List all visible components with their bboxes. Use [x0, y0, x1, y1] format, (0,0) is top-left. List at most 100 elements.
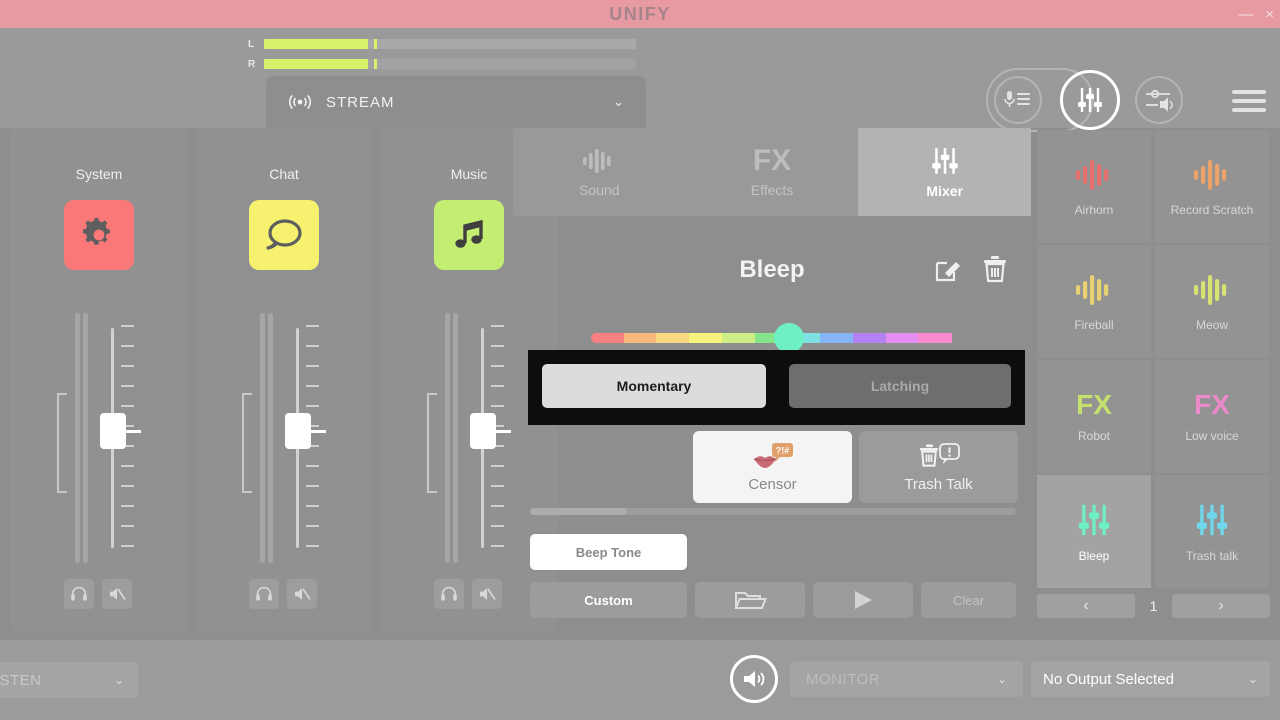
- channel-mute-button[interactable]: [287, 579, 317, 609]
- sound-pad-label: Fireball: [1074, 317, 1114, 332]
- channel-buttons: [434, 579, 502, 609]
- sound-pad-label: Trash talk: [1185, 548, 1239, 563]
- hamburger-menu-icon[interactable]: [1232, 90, 1266, 112]
- channel-monitor-button[interactable]: [64, 579, 94, 609]
- sound-pad[interactable]: Meow: [1155, 245, 1269, 358]
- channel-icon-music[interactable]: [434, 200, 504, 270]
- channel-monitor-button[interactable]: [434, 579, 464, 609]
- next-page-button[interactable]: ›: [1172, 594, 1270, 618]
- sound-pad[interactable]: Trash talk: [1155, 475, 1269, 588]
- tab-mixer-label: Mixer: [926, 183, 963, 199]
- color-slider-segment[interactable]: [623, 333, 658, 343]
- page-number: 1: [1149, 598, 1158, 614]
- sound-pad-grid: Trash talk Bleep FX Low voice FX Robot Meow Fir…: [1037, 130, 1270, 630]
- tab-sound[interactable]: Sound: [513, 128, 686, 216]
- momentary-button[interactable]: Momentary: [542, 364, 766, 408]
- pad-pagination: ‹ 1 ›: [1037, 593, 1270, 619]
- sound-pad[interactable]: FX Low voice: [1155, 360, 1269, 473]
- color-slider-segment[interactable]: [689, 333, 723, 343]
- output-settings-button[interactable]: [1135, 76, 1183, 124]
- fx-text-icon: FX: [1194, 388, 1230, 420]
- delete-sound-button[interactable]: [981, 254, 1009, 284]
- gain-range-bracket: [57, 393, 67, 493]
- stream-profile-tab[interactable]: STREAM ⌄: [266, 76, 646, 128]
- meter-track-right: [264, 59, 636, 69]
- color-slider-segment[interactable]: [918, 333, 952, 343]
- trash-alert-icon: [919, 442, 960, 467]
- vu-meter-left: [260, 313, 265, 563]
- color-slider-segment[interactable]: [820, 333, 854, 343]
- channel-icon-system[interactable]: [64, 200, 134, 270]
- mixer-view-button[interactable]: [1060, 70, 1120, 130]
- sound-pad[interactable]: FX Robot: [1037, 360, 1151, 473]
- open-folder-button[interactable]: [695, 582, 805, 618]
- mute-icon: [480, 588, 496, 600]
- sound-pad-label: Low voice: [1185, 428, 1239, 443]
- trash-talk-button[interactable]: Trash Talk: [859, 431, 1018, 503]
- speaker-toggle-button[interactable]: [730, 655, 778, 703]
- sound-type-group: ?!# Censor Trash Talk: [693, 431, 1018, 509]
- mute-icon: [110, 588, 126, 600]
- monitor-dropdown[interactable]: MONITOR ⌄: [790, 661, 1023, 697]
- latching-button[interactable]: Latching: [789, 364, 1011, 408]
- chevron-down-icon: ⌄: [1247, 672, 1258, 686]
- listen-dropdown[interactable]: LISTEN ⌄: [0, 662, 138, 698]
- waveform-icon: [1194, 159, 1227, 190]
- edit-sound-button[interactable]: [933, 254, 963, 284]
- trigger-mode-group: Momentary Latching: [528, 350, 1025, 425]
- app-title: UNIFY: [609, 3, 671, 24]
- play-button[interactable]: [813, 582, 913, 618]
- horizontal-scrollbar[interactable]: [530, 508, 1016, 515]
- channel-monitor-button[interactable]: [249, 579, 279, 609]
- mute-icon: [295, 588, 311, 600]
- custom-button[interactable]: Custom: [530, 582, 687, 618]
- speaker-icon: [744, 671, 765, 687]
- sound-pad-label: Bleep: [1078, 548, 1110, 563]
- close-button[interactable]: ×: [1265, 7, 1274, 22]
- meter-label-left: L: [248, 38, 255, 50]
- fader-knob[interactable]: [470, 413, 496, 449]
- meter-row-left: L: [248, 36, 636, 52]
- channel-mute-button[interactable]: [102, 579, 132, 609]
- output-level-meters: L R: [248, 36, 636, 76]
- output-device-dropdown[interactable]: No Output Selected ⌄: [1031, 661, 1270, 697]
- trash-icon: [984, 256, 1006, 283]
- channel-mute-button[interactable]: [472, 579, 502, 609]
- color-slider-segment[interactable]: [885, 333, 919, 343]
- clear-button[interactable]: Clear: [921, 582, 1016, 618]
- center-tab-bar: Sound FX Effects Mixer: [513, 128, 1032, 216]
- color-slider-segment[interactable]: [852, 333, 887, 343]
- stream-tab-label: STREAM: [326, 93, 395, 111]
- fx-text-icon: FX: [752, 144, 792, 177]
- fader-knob[interactable]: [100, 413, 126, 449]
- headphone-icon: [71, 586, 87, 601]
- chevron-down-icon[interactable]: ⌄: [613, 94, 624, 110]
- headphone-icon: [256, 586, 272, 601]
- channel-icon-chat[interactable]: [249, 200, 319, 270]
- color-slider-segment[interactable]: [656, 333, 690, 343]
- minimize-button[interactable]: —: [1238, 7, 1253, 22]
- color-slider-handle[interactable]: [774, 323, 804, 353]
- censor-button[interactable]: ?!# Censor: [693, 431, 852, 503]
- scrollbar-thumb[interactable]: [530, 508, 628, 515]
- prev-page-button[interactable]: ‹: [1037, 594, 1135, 618]
- tab-mixer[interactable]: Mixer: [858, 128, 1032, 216]
- gain-range-bracket: [242, 393, 252, 493]
- window-controls: — ×: [1238, 0, 1274, 28]
- fader-knob[interactable]: [285, 413, 311, 449]
- sound-pad[interactable]: Bleep: [1037, 475, 1151, 588]
- color-slider-segment[interactable]: [591, 333, 625, 343]
- mic-list-button[interactable]: [994, 76, 1042, 124]
- beep-tone-button[interactable]: Beep Tone: [530, 534, 687, 570]
- color-slider-segment[interactable]: [721, 333, 756, 343]
- tab-effects[interactable]: FX Effects: [686, 128, 859, 216]
- fader-indicator-line: [311, 430, 326, 433]
- sound-pad[interactable]: Airhorn: [1037, 130, 1151, 243]
- sound-pad-label: Meow: [1195, 317, 1228, 332]
- meter-row-right: R: [248, 56, 636, 72]
- unify-app-window: UNIFY — × L R STREAM ⌄ System Chat Music…: [0, 0, 1280, 720]
- sound-pad[interactable]: Fireball: [1037, 245, 1151, 358]
- meter-fill-left: [264, 39, 369, 49]
- sound-pad[interactable]: Record Scratch: [1155, 130, 1269, 243]
- sound-color-slider[interactable]: [591, 323, 952, 353]
